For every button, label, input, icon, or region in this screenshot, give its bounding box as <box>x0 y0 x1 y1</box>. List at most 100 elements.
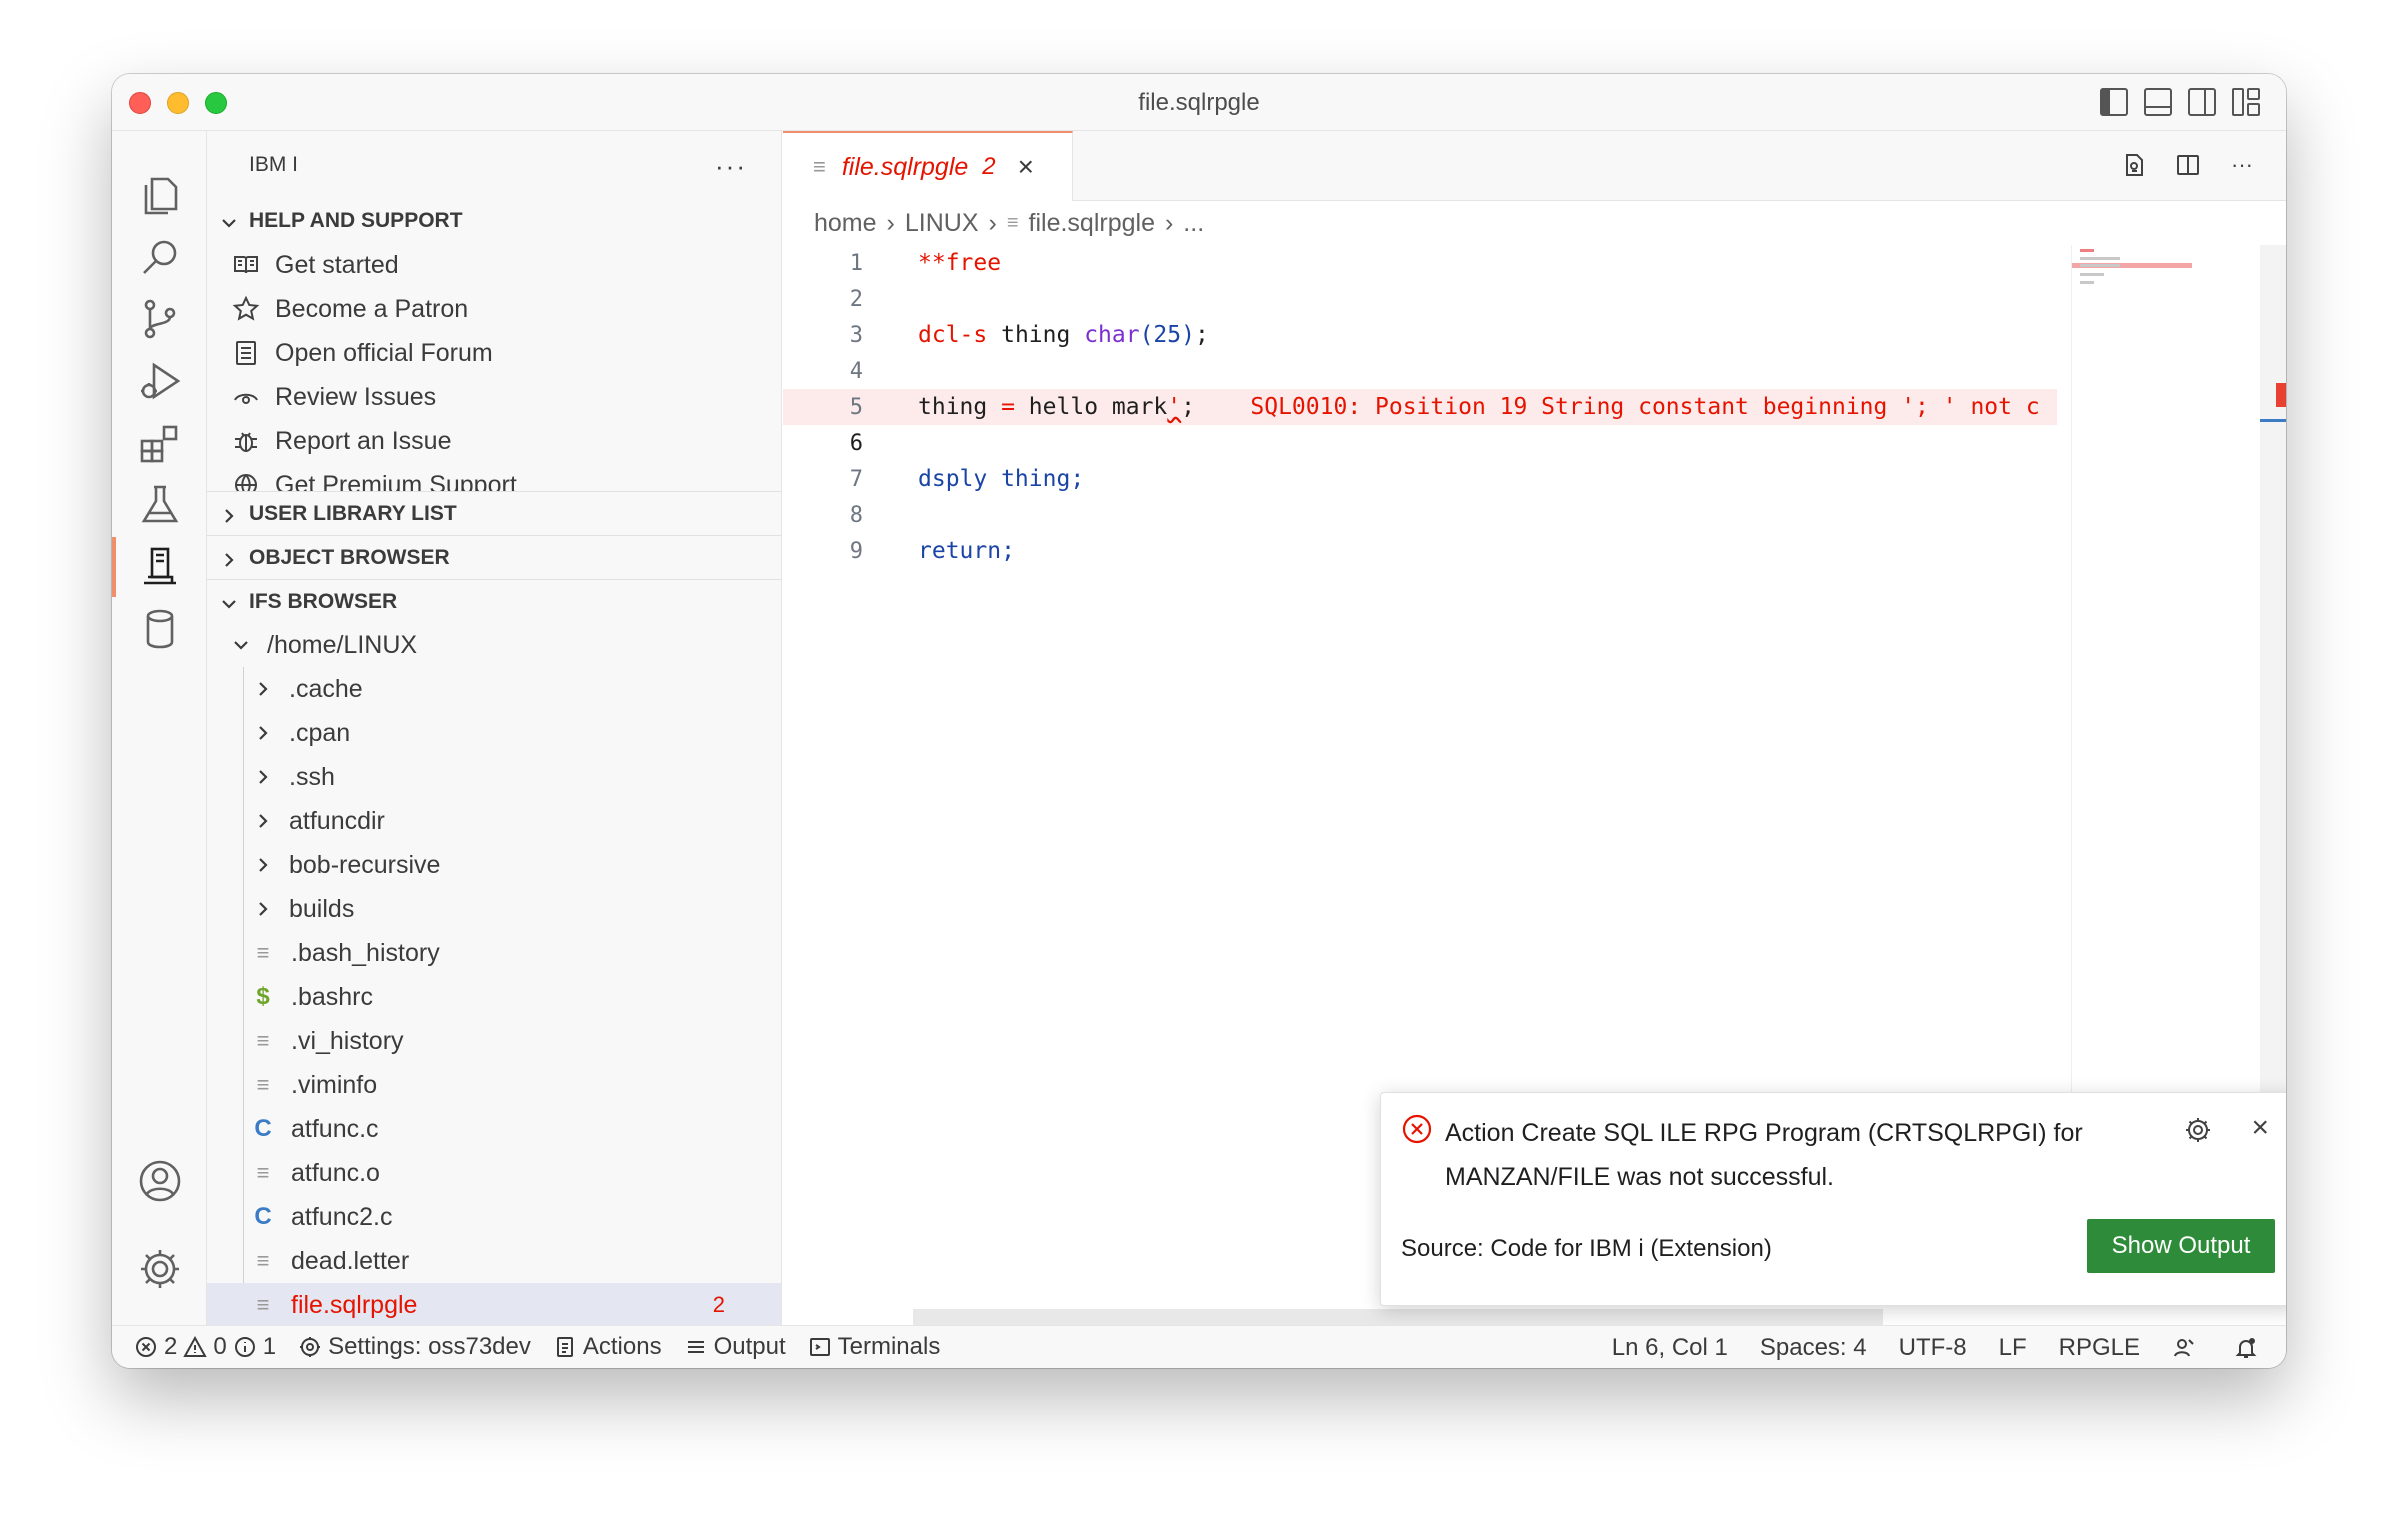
settings-status[interactable]: Settings: oss73dev <box>298 1333 531 1361</box>
chevron-right-icon: › <box>988 208 997 237</box>
tree-folder[interactable]: builds <box>207 887 781 931</box>
section-ifs-browser[interactable]: IFS BROWSER <box>207 579 781 623</box>
code-line-current: 6 <box>783 425 2057 461</box>
customize-layout-icon[interactable] <box>2232 88 2260 116</box>
line-number: 1 <box>849 250 863 276</box>
vertical-scrollbar[interactable] <box>2260 245 2286 1095</box>
tree-file[interactable]: C atfunc.c <box>207 1107 781 1151</box>
more-actions-icon[interactable]: ··· <box>2228 151 2256 179</box>
warning-count: 0 <box>213 1333 227 1360</box>
toggle-panel-icon[interactable] <box>2144 88 2172 116</box>
section-object-browser[interactable]: OBJECT BROWSER <box>207 535 781 579</box>
tree-file[interactable]: ≡ dead.letter <box>207 1239 781 1283</box>
section-user-library-list[interactable]: USER LIBRARY LIST <box>207 491 781 535</box>
tree-folder[interactable]: .cpan <box>207 711 781 755</box>
tree-folder[interactable]: atfuncdir <box>207 799 781 843</box>
tree-file[interactable]: $ .bashrc <box>207 975 781 1019</box>
show-output-button[interactable]: Show Output <box>2087 1219 2275 1273</box>
breadcrumb-item[interactable]: LINUX <box>905 209 979 238</box>
minimap-line <box>2080 264 2120 267</box>
terminals-status[interactable]: Terminals <box>808 1333 941 1361</box>
gear-icon[interactable] <box>2183 1115 2213 1145</box>
end-of-line[interactable]: LF <box>1999 1334 2027 1362</box>
split-editor-icon[interactable] <box>2174 151 2202 179</box>
tree-item-label: atfunc.c <box>291 1114 379 1143</box>
notification-source: Source: Code for IBM i (Extension) <box>1401 1235 1772 1262</box>
section-help-and-support[interactable]: HELP AND SUPPORT <box>207 199 781 243</box>
code-line-error: 5 thing = hello mark'; SQL0010: Position… <box>783 389 2057 425</box>
problems-status[interactable]: 2 0 1 <box>134 1333 276 1361</box>
status-bar-right: Ln 6, Col 1 Spaces: 4 UTF-8 LF RPGLE <box>1580 1326 2264 1368</box>
code-line: 2 <box>783 281 2057 317</box>
encoding[interactable]: UTF-8 <box>1899 1334 1967 1362</box>
breadcrumb-item[interactable]: file.sqlrpgle <box>1029 209 1155 238</box>
settings-gear-icon[interactable] <box>112 1229 207 1309</box>
code-line: 7 dsply thing; <box>783 461 2057 497</box>
output-status[interactable]: Output <box>684 1333 786 1361</box>
toggle-primary-sidebar-icon[interactable] <box>2100 88 2128 116</box>
line-number: 8 <box>849 502 863 528</box>
close-tab-icon[interactable]: × <box>1018 151 1034 183</box>
minimap-line <box>2080 273 2104 276</box>
help-item-label: Review Issues <box>275 382 437 411</box>
tree-file[interactable]: ≡ atfunc.o <box>207 1151 781 1195</box>
section-label: OBJECT BROWSER <box>249 545 450 569</box>
shell-file-icon: $ <box>256 983 270 1010</box>
open-preview-icon[interactable] <box>2120 151 2148 179</box>
title-bar: file.sqlrpgle <box>112 74 2286 131</box>
tree-file[interactable]: ≡ .bash_history <box>207 931 781 975</box>
language-mode[interactable]: RPGLE <box>2059 1334 2140 1362</box>
help-item-get-started[interactable]: Get started <box>207 243 781 287</box>
toggle-secondary-sidebar-icon[interactable] <box>2188 88 2216 116</box>
close-icon[interactable]: × <box>2251 1111 2269 1145</box>
text-file-icon: ≡ <box>256 1292 270 1317</box>
horizontal-scrollbar[interactable] <box>913 1309 1883 1325</box>
help-item-review-issues[interactable]: Review Issues <box>207 375 781 419</box>
tree-folder[interactable]: .cache <box>207 667 781 711</box>
notifications-bell-icon[interactable] <box>2234 1336 2264 1360</box>
feedback-icon[interactable] <box>2172 1336 2202 1360</box>
scrollbar-error-marker <box>2276 383 2286 407</box>
c-file-icon: C <box>254 1115 272 1142</box>
tree-file[interactable]: C atfunc2.c <box>207 1195 781 1239</box>
actions-status[interactable]: Actions <box>553 1333 662 1361</box>
account-icon[interactable] <box>112 1141 207 1221</box>
actions-label: Actions <box>582 1333 662 1360</box>
chevron-right-icon <box>253 811 273 831</box>
tree-file[interactable]: ≡ .vi_history <box>207 1019 781 1063</box>
terminals-label: Terminals <box>837 1333 941 1360</box>
help-item-open-forum[interactable]: Open official Forum <box>207 331 781 375</box>
tree-folder[interactable]: .ssh <box>207 755 781 799</box>
terminal-icon <box>809 1338 830 1356</box>
text-file-icon: ≡ <box>256 940 270 965</box>
help-item-become-patron[interactable]: Become a Patron <box>207 287 781 331</box>
code-editor[interactable]: 1 **free 2 3 dcl-s thing char(25); 4 5 t… <box>783 245 2057 569</box>
tab-file-sqlrpgle[interactable]: ≡ file.sqlrpgle 2 × <box>783 131 1073 201</box>
cursor-position[interactable]: Ln 6, Col 1 <box>1612 1334 1728 1362</box>
breadcrumb-item[interactable]: home <box>814 209 877 238</box>
tree-folder-home-linux[interactable]: /home/LINUX <box>207 623 781 667</box>
breadcrumb-item[interactable]: ... <box>1183 209 1204 238</box>
help-item-premium-support[interactable]: Get Premium Support <box>207 463 781 491</box>
chevron-down-icon <box>221 594 237 610</box>
chevron-right-icon: › <box>1164 208 1174 237</box>
tree-file[interactable]: ≡ .viminfo <box>207 1063 781 1107</box>
minimap[interactable] <box>2071 245 2192 1095</box>
info-count: 1 <box>262 1333 277 1360</box>
line-number: 2 <box>849 286 863 312</box>
tree-item-label: .vi_history <box>291 1026 404 1055</box>
database-icon[interactable] <box>112 589 207 669</box>
eye-icon <box>231 382 261 412</box>
more-actions-icon[interactable]: ··· <box>715 151 747 182</box>
indentation[interactable]: Spaces: 4 <box>1760 1334 1867 1362</box>
problem-count-badge: 2 <box>712 1292 725 1317</box>
minimap-line <box>2080 257 2120 260</box>
help-item-report-issue[interactable]: Report an Issue <box>207 419 781 463</box>
info-icon <box>234 1337 255 1357</box>
help-item-label: Get Premium Support <box>275 470 517 492</box>
breadcrumb: home › LINUX › ≡ file.sqlrpgle › ... <box>783 201 2286 245</box>
tree-file-selected[interactable]: ≡ file.sqlrpgle 2 <box>207 1283 781 1325</box>
tree-folder[interactable]: bob-recursive <box>207 843 781 887</box>
tree-item-label: bob-recursive <box>289 850 441 879</box>
tree-item-label: .bashrc <box>291 982 373 1011</box>
